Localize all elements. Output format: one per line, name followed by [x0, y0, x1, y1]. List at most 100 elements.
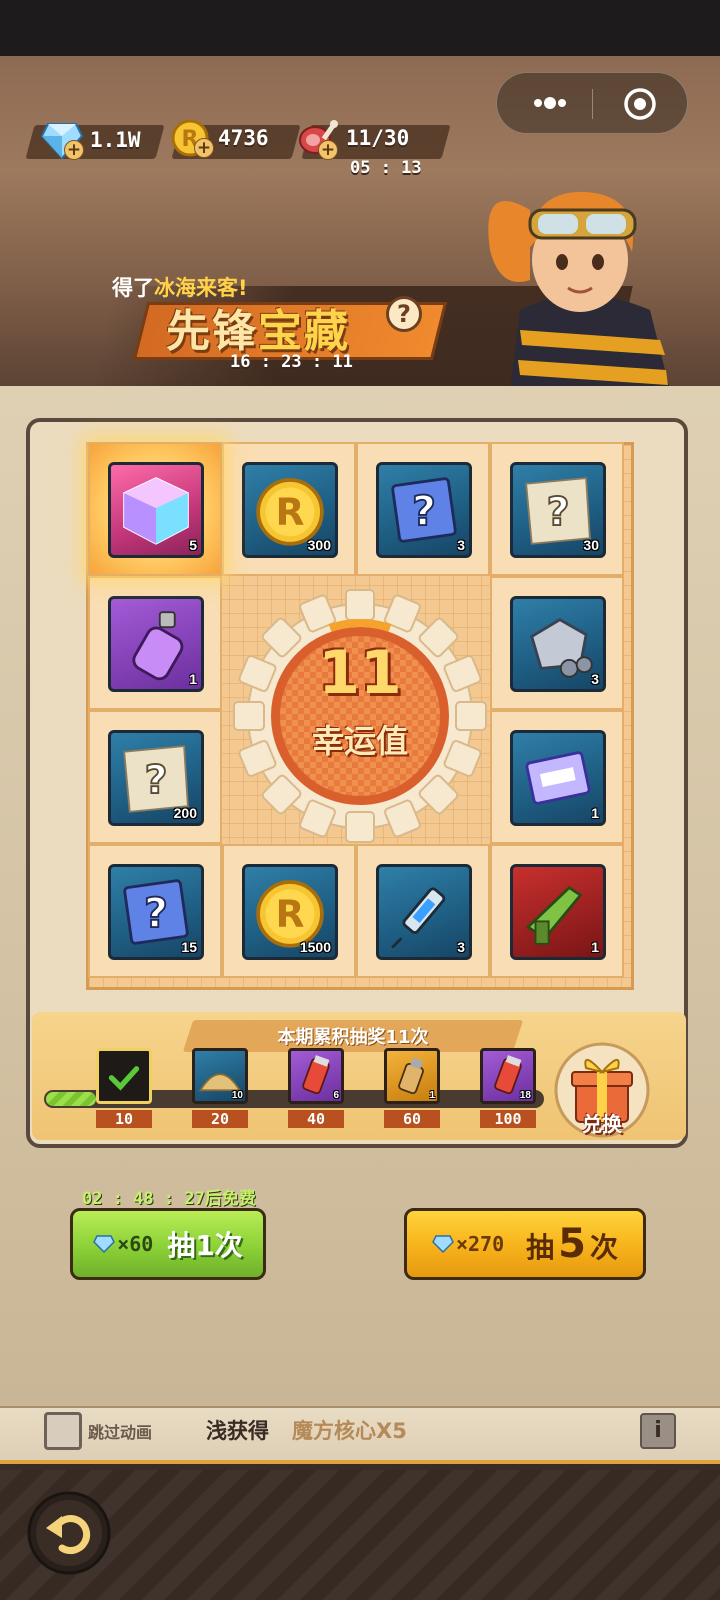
gem-amount: 1.1W [90, 128, 141, 152]
draw-five-prefix: 抽 [526, 1231, 555, 1264]
free-timer-time: 02 : 48 : 27 [82, 1189, 205, 1209]
prize-count: 200 [173, 805, 197, 821]
milestone-reward[interactable] [96, 1048, 152, 1104]
prize-cell: R 300 [222, 442, 356, 576]
svg-text:R: R [276, 490, 305, 534]
event-countdown: 16 : 23 : 11 [230, 352, 353, 372]
prize-count: 3 [457, 537, 465, 553]
metal-ore-icon [530, 617, 593, 678]
draw-five-cost: ×270 [455, 1232, 505, 1256]
svg-text:?: ? [144, 889, 168, 937]
skip-animation-label: 跳过动画 [88, 1423, 153, 1442]
add-stamina-icon[interactable]: + [318, 140, 338, 160]
prize-item: 5 [108, 462, 204, 558]
prize-count: 1 [591, 939, 599, 955]
prize-cell: ? 30 [490, 442, 624, 576]
milestone-threshold: 10 [96, 1110, 152, 1128]
prize-count: 1 [591, 805, 599, 821]
prize-count: 5 [189, 537, 197, 553]
draw-five-number: 5 [558, 1221, 586, 1267]
free-timer: 02 : 48 : 27后免费 [82, 1184, 256, 1209]
coin-amount: 4736 [218, 126, 269, 150]
back-arrow-icon [27, 1491, 111, 1575]
add-coins-icon[interactable]: + [194, 138, 214, 158]
milestone-threshold: 100 [480, 1110, 536, 1128]
prize-cell: 3 [490, 576, 624, 710]
prize-cell: 3 [356, 844, 490, 978]
prize-count: 30 [583, 537, 599, 553]
prize-cell: ? 15 [88, 844, 222, 978]
obtained-item: 魔方核心X5 [292, 1419, 407, 1443]
back-button[interactable] [26, 1490, 112, 1576]
progress-fill [46, 1092, 96, 1106]
prize-item: R 1500 [242, 864, 338, 960]
prize-cell: ? 200 [88, 710, 222, 844]
prize-cell: R 1500 [222, 844, 356, 978]
milestone-reward[interactable]: 18 [480, 1048, 536, 1104]
skip-animation-checkbox[interactable] [44, 1412, 82, 1450]
target-icon [624, 88, 656, 120]
milestone-count: 10 [231, 1090, 243, 1101]
prize-cell: ? 3 [356, 442, 490, 576]
draw-once-button[interactable]: ×60 抽1次 [70, 1208, 266, 1280]
diamond-icon [432, 1235, 454, 1253]
draw-five-suffix: 次 [590, 1231, 619, 1264]
prize-item: 1 [510, 864, 606, 960]
svg-text:?: ? [145, 757, 168, 803]
add-gems-icon[interactable]: + [64, 140, 84, 160]
green-rifle-icon [525, 885, 583, 945]
luck-label: 幸运值 [311, 722, 408, 760]
help-button[interactable]: ? [386, 296, 422, 332]
draw-once-cost: ×60 [117, 1232, 154, 1256]
svg-text:?: ? [547, 489, 570, 535]
progress-title: 本期累积抽奖11次 [277, 1027, 429, 1048]
stamina-amount: 11/30 [346, 126, 410, 150]
prize-item: 3 [510, 596, 606, 692]
syringe-icon [391, 887, 446, 949]
prize-count: 300 [307, 537, 331, 553]
prize-item: ? 15 [108, 864, 204, 960]
more-button[interactable] [520, 87, 580, 119]
obtained-prefix: 浅获得 [206, 1419, 269, 1443]
ticker-prefix: 得了 [112, 276, 154, 300]
milestone-reward[interactable]: 6 [288, 1048, 344, 1104]
milestone-threshold: 20 [192, 1110, 248, 1128]
prize-item: 1 [510, 730, 606, 826]
magic-cube-icon [123, 477, 189, 545]
luck-gear: 11 幸运值 [220, 576, 500, 856]
prize-cell: 1 [490, 844, 624, 978]
prize-item: ? 3 [376, 462, 472, 558]
close-mini-program-button[interactable] [622, 86, 658, 122]
exchange-label: 兑换 [582, 1112, 622, 1136]
milestone-threshold: 60 [384, 1110, 440, 1128]
milestone-reward[interactable]: 10 [192, 1048, 248, 1104]
draw-five-label: 抽5次 [526, 1221, 618, 1267]
mystery-box-icon: ? [391, 477, 457, 543]
capsule-divider [592, 89, 593, 119]
prize-count: 1 [189, 671, 197, 687]
prize-count: 3 [457, 939, 465, 955]
svg-text:?: ? [412, 487, 436, 535]
draw-five-button[interactable]: ×270 抽5次 [404, 1208, 646, 1280]
prize-item: ? 200 [108, 730, 204, 826]
milestone-reward[interactable]: 1 [384, 1048, 440, 1104]
milestone-count: 6 [333, 1090, 339, 1101]
stamina-counter[interactable]: + 11/30 [298, 120, 410, 160]
coin-counter[interactable]: R + 4736 [170, 119, 269, 158]
title-part1: 先锋 [166, 306, 258, 357]
hero-character-art [488, 191, 670, 390]
prize-cell: 1 [490, 710, 624, 844]
prize-count: 1500 [299, 939, 331, 955]
gem-counter[interactable]: + 1.1W [40, 122, 141, 160]
prize-item: ? 30 [510, 462, 606, 558]
prize-cell: 1 [88, 576, 222, 710]
exchange-button[interactable]: 兑换 [552, 1040, 652, 1140]
prize-item: R 300 [242, 462, 338, 558]
milestone-threshold: 40 [288, 1110, 344, 1128]
info-button[interactable]: i [640, 1413, 676, 1449]
title-part2: 宝藏 [258, 306, 350, 357]
check-icon [108, 1066, 140, 1091]
prize-item: 1 [108, 596, 204, 692]
diamond-icon [93, 1235, 116, 1253]
milestone-count: 18 [519, 1090, 531, 1101]
